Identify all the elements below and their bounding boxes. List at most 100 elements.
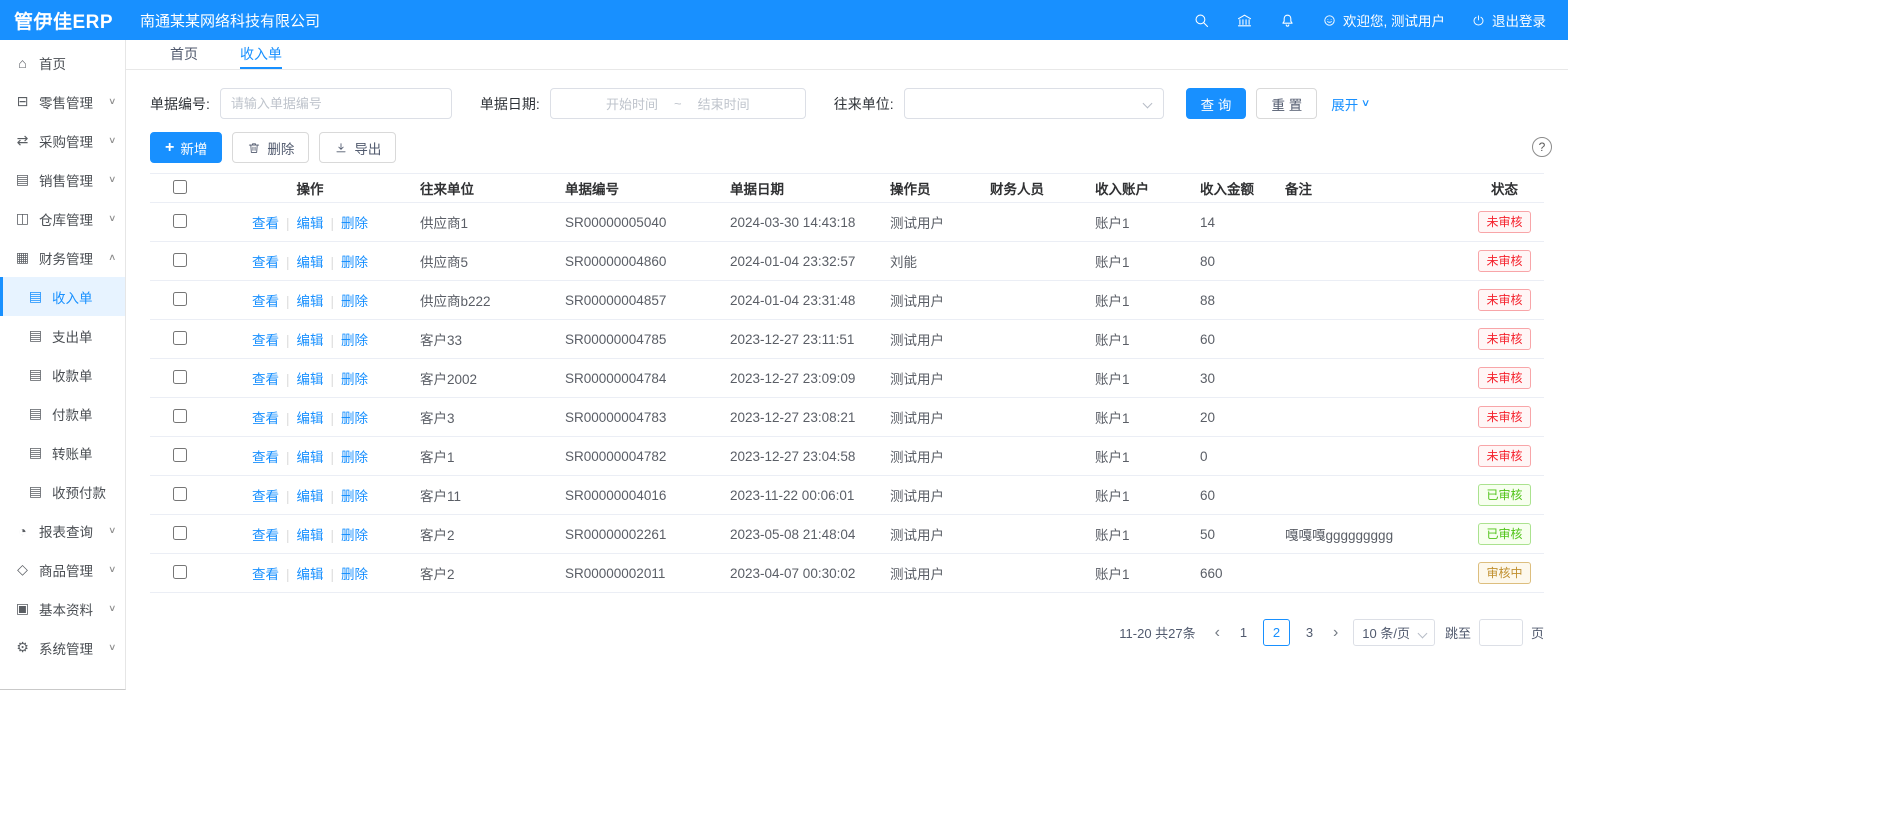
sidebar-item-transfer-receipt[interactable]: ▤ 转账单 <box>0 433 125 472</box>
edit-link[interactable]: 编辑 <box>297 489 324 504</box>
sidebar-item-retail-mgmt[interactable]: ⊟ 零售管理 ∨ <box>0 82 125 121</box>
search-button[interactable]: 查 询 <box>1186 88 1247 119</box>
cell-income-amount: 60 <box>1190 320 1275 359</box>
goto-page-input[interactable] <box>1479 619 1523 646</box>
add-button[interactable]: + 新增 <box>150 132 222 163</box>
logout-button[interactable]: 退出登录 <box>1471 10 1546 30</box>
sidebar-item-warehouse-mgmt[interactable]: ◫ 仓库管理 ∨ <box>0 199 125 238</box>
chevron-down-icon: ∨ <box>109 135 117 146</box>
delete-link[interactable]: 删除 <box>341 567 368 582</box>
edit-link[interactable]: 编辑 <box>297 294 324 309</box>
delete-link[interactable]: 删除 <box>341 528 368 543</box>
sidebar-item-basic-data[interactable]: ▣ 基本资料 ∨ <box>0 589 125 628</box>
view-link[interactable]: 查看 <box>252 333 279 348</box>
row-checkbox[interactable] <box>173 331 187 345</box>
page-size-select[interactable]: 10 条/页 <box>1353 619 1435 646</box>
sidebar-item-advance-receipt[interactable]: ▤ 收预付款 <box>0 472 125 511</box>
edit-link[interactable]: 编辑 <box>297 528 324 543</box>
edit-link[interactable]: 编辑 <box>297 216 324 231</box>
sidebar-item-sales-mgmt[interactable]: ▤ 销售管理 ∨ <box>0 160 125 199</box>
goods-icon: ◇ <box>15 561 30 578</box>
col-select <box>150 174 210 203</box>
row-checkbox[interactable] <box>173 253 187 267</box>
sidebar-item-label: 商品管理 <box>39 560 93 580</box>
select-all-checkbox[interactable] <box>173 180 187 194</box>
col-partner: 往来单位 <box>410 174 555 203</box>
welcome-user[interactable]: 欢迎您, 测试用户 <box>1322 10 1445 30</box>
delete-link[interactable]: 删除 <box>341 216 368 231</box>
cell-remark <box>1275 554 1465 593</box>
action-separator: | <box>286 333 290 348</box>
sidebar-item-collection-receipt[interactable]: ▤ 收款单 <box>0 355 125 394</box>
bank-icon[interactable] <box>1236 12 1253 29</box>
prev-page-button[interactable]: ‹ <box>1208 625 1227 641</box>
row-checkbox[interactable] <box>173 370 187 384</box>
sidebar-item-report-query[interactable]: ◔ 报表查询 ∨ <box>0 511 125 550</box>
next-page-button[interactable]: › <box>1326 625 1345 641</box>
partner-label: 往来单位: <box>834 94 894 114</box>
tab-income-receipt[interactable]: 收入单 <box>240 40 282 69</box>
tab-home[interactable]: 首页 <box>170 40 198 69</box>
row-checkbox[interactable] <box>173 565 187 579</box>
view-link[interactable]: 查看 <box>252 372 279 387</box>
edit-link[interactable]: 编辑 <box>297 255 324 270</box>
reset-button[interactable]: 重 置 <box>1256 88 1317 119</box>
end-date-input[interactable]: 结束时间 <box>698 94 750 113</box>
edit-link[interactable]: 编辑 <box>297 372 324 387</box>
sidebar-item-home[interactable]: ⌂ 首页 <box>0 43 125 82</box>
sidebar-item-finance-mgmt[interactable]: ▦ 财务管理 ∧ <box>0 238 125 277</box>
row-checkbox[interactable] <box>173 448 187 462</box>
delete-link[interactable]: 删除 <box>341 411 368 426</box>
view-link[interactable]: 查看 <box>252 411 279 426</box>
search-icon[interactable] <box>1193 12 1210 29</box>
sidebar-item-payment-receipt[interactable]: ▤ 付款单 <box>0 394 125 433</box>
cell-bill-no: SR00000004783 <box>555 398 720 437</box>
bell-icon[interactable] <box>1279 12 1296 29</box>
edit-link[interactable]: 编辑 <box>297 567 324 582</box>
cell-income-account: 账户1 <box>1085 437 1190 476</box>
col-bill-date: 单据日期 <box>720 174 880 203</box>
delete-link[interactable]: 删除 <box>341 372 368 387</box>
delete-link[interactable]: 删除 <box>341 255 368 270</box>
status-badge: 未审核 <box>1478 289 1530 311</box>
view-link[interactable]: 查看 <box>252 294 279 309</box>
sidebar-item-income-receipt[interactable]: ▤ 收入单 <box>0 277 125 316</box>
edit-link[interactable]: 编辑 <box>297 450 324 465</box>
row-checkbox[interactable] <box>173 487 187 501</box>
sidebar-item-expense-receipt[interactable]: ▤ 支出单 <box>0 316 125 355</box>
page-3-button[interactable]: 3 <box>1296 619 1323 646</box>
view-link[interactable]: 查看 <box>252 567 279 582</box>
sidebar-item-system-mgmt[interactable]: ⚙ 系统管理 ∨ <box>0 628 125 667</box>
view-link[interactable]: 查看 <box>252 255 279 270</box>
action-separator: | <box>286 216 290 231</box>
date-range-picker[interactable]: 开始时间 ~ 结束时间 <box>550 88 806 119</box>
row-checkbox[interactable] <box>173 292 187 306</box>
delete-link[interactable]: 删除 <box>341 450 368 465</box>
start-date-input[interactable]: 开始时间 <box>606 94 658 113</box>
edit-link[interactable]: 编辑 <box>297 333 324 348</box>
sidebar-item-purchase-mgmt[interactable]: ⇄ 采购管理 ∨ <box>0 121 125 160</box>
cell-income-account: 账户1 <box>1085 476 1190 515</box>
sidebar-item-goods-mgmt[interactable]: ◇ 商品管理 ∨ <box>0 550 125 589</box>
cell-finance-staff <box>980 398 1085 437</box>
help-icon[interactable]: ? <box>1532 137 1552 157</box>
page-2-button[interactable]: 2 <box>1263 619 1290 646</box>
page-1-button[interactable]: 1 <box>1230 619 1257 646</box>
view-link[interactable]: 查看 <box>252 528 279 543</box>
delete-link[interactable]: 删除 <box>341 294 368 309</box>
export-button[interactable]: 导出 <box>319 132 396 163</box>
row-checkbox[interactable] <box>173 526 187 540</box>
delete-link[interactable]: 删除 <box>341 333 368 348</box>
bill-no-input[interactable] <box>220 88 452 119</box>
view-link[interactable]: 查看 <box>252 450 279 465</box>
row-checkbox[interactable] <box>173 214 187 228</box>
chevron-down-icon: ∨ <box>109 213 117 224</box>
expand-link[interactable]: 展开 ∨ <box>1331 94 1369 114</box>
delete-link[interactable]: 删除 <box>341 489 368 504</box>
view-link[interactable]: 查看 <box>252 489 279 504</box>
edit-link[interactable]: 编辑 <box>297 411 324 426</box>
delete-button[interactable]: 删除 <box>232 132 309 163</box>
row-checkbox[interactable] <box>173 409 187 423</box>
view-link[interactable]: 查看 <box>252 216 279 231</box>
partner-select[interactable] <box>904 88 1164 119</box>
